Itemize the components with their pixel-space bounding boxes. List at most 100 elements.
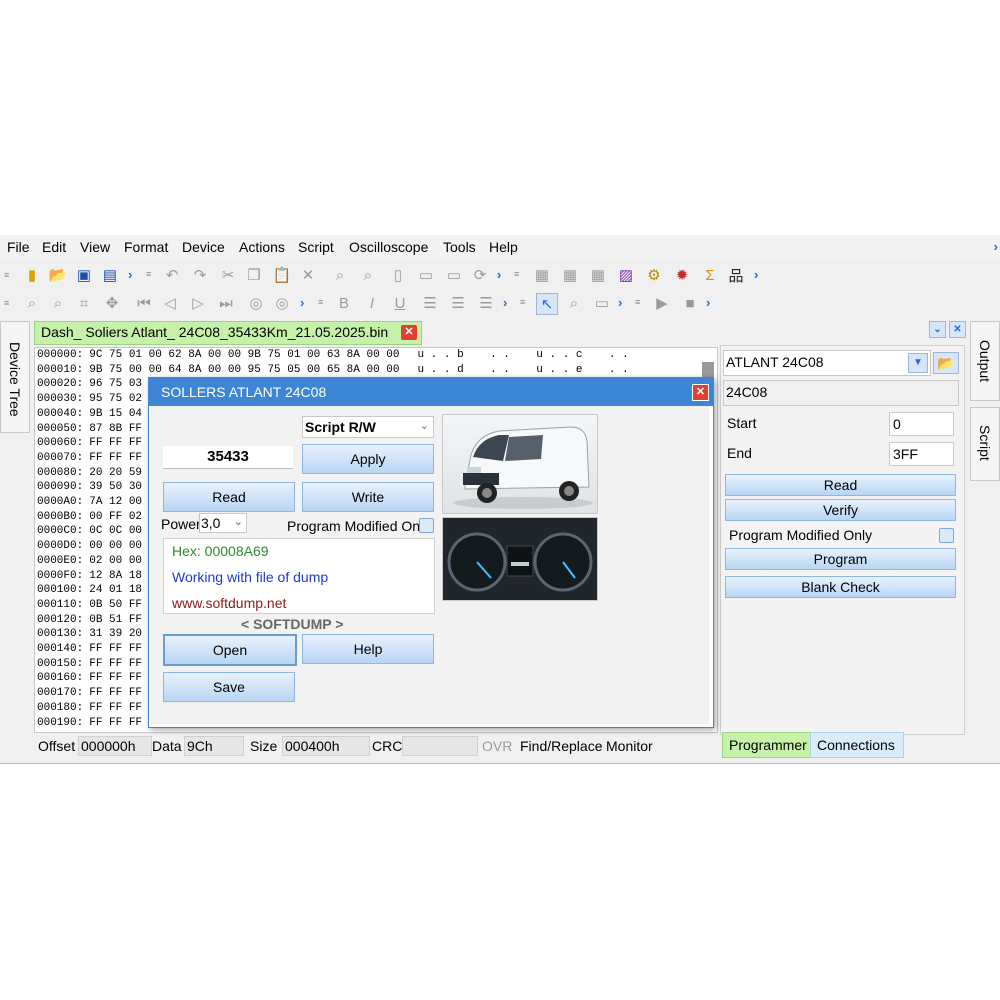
program-modified-checkbox[interactable]: [419, 518, 434, 533]
zoom-in-icon[interactable]: ⌕: [22, 293, 42, 313]
hex-bytes[interactable]: FF FF FF 0: [89, 452, 155, 464]
menu-script[interactable]: Script: [298, 239, 334, 255]
sigma-icon[interactable]: Σ: [700, 265, 720, 285]
fill-00-icon[interactable]: ▭: [444, 265, 464, 285]
align-center-icon[interactable]: ☰: [448, 293, 468, 313]
cut-icon[interactable]: ✂: [218, 265, 238, 285]
menu-device[interactable]: Device: [182, 239, 225, 255]
hex-bytes[interactable]: 87 8B FF F: [89, 423, 155, 435]
hex-bytes[interactable]: FF FF FF F: [89, 643, 155, 655]
menu-view[interactable]: View: [80, 239, 110, 255]
fit-icon[interactable]: ⌗: [74, 293, 94, 313]
mileage-input[interactable]: 35433: [163, 446, 293, 469]
toolbar-grip-icon[interactable]: ≡: [4, 270, 9, 280]
replace-icon[interactable]: ⌕: [358, 265, 378, 285]
fill-ff-icon[interactable]: ▭: [416, 265, 436, 285]
script-select[interactable]: Script R/W ⌄: [302, 416, 434, 438]
forward-icon[interactable]: ◎: [272, 293, 292, 313]
redo-icon[interactable]: ↷: [190, 265, 210, 285]
save-as-icon[interactable]: ▤: [100, 265, 120, 285]
write-button[interactable]: Write: [302, 482, 434, 512]
hex-ascii[interactable]: u . . d . . u . . e . .: [417, 364, 628, 376]
undo-icon[interactable]: ↶: [162, 265, 182, 285]
italic-icon[interactable]: I: [362, 293, 382, 313]
toolbar-overflow-icon[interactable]: ›: [618, 295, 628, 311]
edit-icon[interactable]: ▨: [616, 265, 636, 285]
menu-overflow-icon[interactable]: ›: [994, 239, 998, 254]
hex-bytes[interactable]: 02 00 00 0: [89, 555, 155, 567]
find-icon[interactable]: ⌕: [330, 265, 350, 285]
hex-bytes[interactable]: 00 00 00 0: [89, 540, 155, 552]
page-icon[interactable]: ▯: [388, 265, 408, 285]
close-icon[interactable]: ✕: [401, 325, 417, 340]
tab-script[interactable]: Script: [970, 407, 1000, 481]
device-select[interactable]: ATLANT 24C08 ▼: [723, 350, 931, 376]
hex-bytes[interactable]: 95 75 02 0: [89, 393, 155, 405]
toolbar-grip-icon[interactable]: ≡: [4, 298, 9, 308]
hex-bytes[interactable]: FF FF FF F: [89, 672, 155, 684]
paste-icon[interactable]: 📋: [272, 265, 292, 285]
toolbar-overflow-icon[interactable]: ›: [300, 295, 310, 311]
first-page-icon[interactable]: ⏮: [134, 293, 154, 313]
zoom-out-icon[interactable]: ⌕: [48, 293, 68, 313]
hex-bytes[interactable]: FF FF FF F: [89, 687, 155, 699]
menu-edit[interactable]: Edit: [42, 239, 66, 255]
hex-row[interactable]: 000000: 9C 75 01 00 62 8A 00 00 9B 75 01 …: [37, 349, 629, 363]
window-icon[interactable]: ▭: [592, 293, 612, 313]
verify-button[interactable]: Verify: [725, 499, 956, 521]
toolbar-overflow-icon[interactable]: ›: [497, 267, 507, 283]
delete-icon[interactable]: ✕: [298, 265, 318, 285]
hex-bytes[interactable]: 9C 75 01 00 62 8A 00 00 9B 75 01 00 63 8…: [89, 349, 399, 361]
start-input[interactable]: 0: [889, 412, 954, 436]
menu-actions[interactable]: Actions: [239, 239, 285, 255]
tab-connections[interactable]: Connections: [810, 732, 904, 758]
hex-row[interactable]: 000010: 9B 75 00 00 64 8A 00 00 95 75 05 …: [37, 364, 629, 378]
align-right-icon[interactable]: ☰: [476, 293, 496, 313]
hex-bytes[interactable]: 0B 50 FF F: [89, 599, 155, 611]
hex-bytes[interactable]: 0C 0C 00 C: [89, 525, 155, 537]
open-button[interactable]: Open: [163, 634, 297, 666]
refresh-icon[interactable]: ⟳: [470, 265, 490, 285]
select-zoom-icon[interactable]: ⌕: [564, 293, 584, 313]
chevron-down-icon[interactable]: ⌄: [234, 515, 243, 528]
toolbar-overflow-icon[interactable]: ›: [754, 267, 764, 283]
dialog-title-bar[interactable]: SOLLERS ATLANT 24C08 ✕: [149, 378, 713, 406]
hex-bytes[interactable]: 31 39 20 2: [89, 628, 155, 640]
help-button[interactable]: Help: [302, 634, 434, 664]
website-link[interactable]: www.softdump.net: [172, 595, 286, 611]
save-icon[interactable]: ▣: [74, 265, 94, 285]
bug-icon[interactable]: ✹: [672, 265, 692, 285]
hex-bytes[interactable]: FF FF FF F: [89, 658, 155, 670]
toolbar-overflow-icon[interactable]: ›: [706, 295, 716, 311]
toolbar-overflow-icon[interactable]: ›: [503, 295, 513, 311]
play-icon[interactable]: ▶: [652, 293, 672, 313]
stop-icon[interactable]: ■: [680, 293, 700, 313]
chevron-down-icon[interactable]: ⌄: [420, 419, 429, 432]
tab-programmer[interactable]: Programmer: [722, 732, 816, 758]
read-button[interactable]: Read: [725, 474, 956, 496]
back-icon[interactable]: ◎: [246, 293, 266, 313]
hex-ascii[interactable]: u . . b . . u . . c . .: [417, 349, 628, 361]
close-pane-icon[interactable]: ✕: [949, 321, 966, 338]
hex-bytes[interactable]: FF FF FF F: [89, 437, 155, 449]
bold-icon[interactable]: B: [334, 293, 354, 313]
move-icon[interactable]: ✥: [102, 293, 122, 313]
close-icon[interactable]: ✕: [692, 384, 709, 401]
power-select[interactable]: 3,0 ⌄: [199, 513, 247, 533]
hex-bytes[interactable]: 9B 75 00 00 64 8A 00 00 95 75 05 00 65 8…: [89, 364, 399, 376]
chevron-down-icon[interactable]: ⌄: [929, 321, 946, 338]
last-page-icon[interactable]: ⏭: [216, 293, 236, 313]
tab-output[interactable]: Output: [970, 321, 1000, 401]
chip-read-icon[interactable]: ▦: [532, 265, 552, 285]
save-button[interactable]: Save: [163, 672, 295, 702]
end-input[interactable]: 3FF: [889, 442, 954, 466]
menu-tools[interactable]: Tools: [443, 239, 476, 255]
network-icon[interactable]: 品: [726, 265, 746, 285]
program-button[interactable]: Program: [725, 548, 956, 570]
apply-button[interactable]: Apply: [302, 444, 434, 474]
chip-write-icon[interactable]: ▦: [560, 265, 580, 285]
next-page-icon[interactable]: ▷: [188, 293, 208, 313]
toolbar-overflow-icon[interactable]: ›: [128, 267, 138, 283]
copy-icon[interactable]: ❐: [244, 265, 264, 285]
align-left-icon[interactable]: ☰: [420, 293, 440, 313]
